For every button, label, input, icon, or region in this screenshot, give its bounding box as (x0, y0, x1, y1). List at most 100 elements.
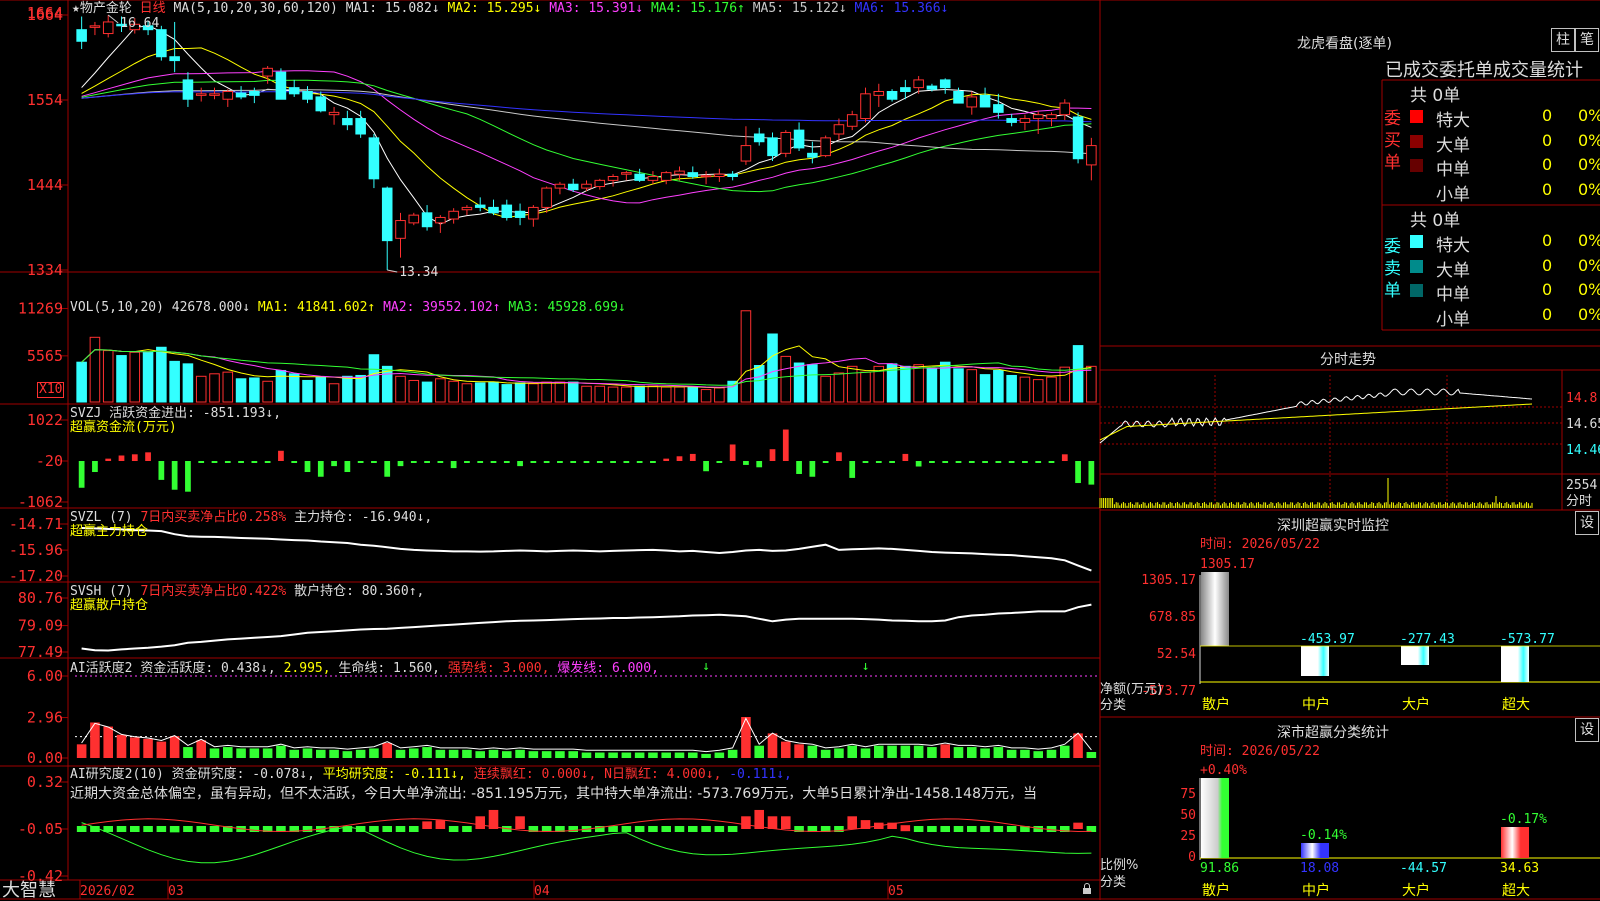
column-view-button[interactable]: 柱 (1551, 28, 1575, 52)
volume-bar (621, 386, 632, 403)
activity-bar (236, 748, 246, 758)
activity-bar (475, 751, 485, 758)
candle (767, 137, 778, 157)
star-icon: ★ (72, 1, 80, 16)
money-flow-bar (822, 461, 829, 463)
money-flow-bar (211, 461, 218, 463)
candle (514, 210, 526, 218)
candle (953, 91, 964, 104)
sell-swatch-1 (1410, 259, 1423, 273)
svzl-hold: 主力持仓: -16.940↓, (294, 510, 433, 525)
money-flow-bar (131, 454, 138, 461)
sz-cat-0: 散户 (1202, 697, 1230, 713)
volume-bar (953, 368, 964, 403)
activity-bar (541, 751, 552, 758)
candle (993, 104, 1004, 113)
research-bar (701, 826, 711, 832)
activity-bar (834, 748, 844, 758)
candle (408, 214, 420, 224)
vol-ma3-line (81, 349, 1092, 386)
research-bar (183, 826, 193, 832)
intraday-price-0: 14.8 (1566, 391, 1598, 406)
cls-time: 时间: 2026/05/22 (1200, 744, 1320, 759)
volume-bar (514, 382, 526, 403)
candle (102, 21, 114, 35)
sell-row-value-3: 0 (1542, 304, 1553, 324)
money-flow-bar (238, 461, 244, 463)
sell-row-pct-2: 0% (1578, 280, 1600, 299)
money-flow-bar (530, 461, 537, 463)
money-flow-bar (344, 461, 351, 473)
volume-bar (1086, 365, 1097, 403)
volume-bar (209, 373, 220, 403)
svzj-header: SVZJ 活跃资金进出: -851.193↓, (70, 406, 281, 421)
activity-bar (116, 734, 127, 758)
buy-row-name-1: 大单 (1436, 135, 1470, 156)
money-flow-bar (331, 461, 337, 467)
low-label: 13.34 (399, 265, 438, 280)
activity-bar (209, 748, 220, 758)
sell-row-value-2: 0 (1542, 280, 1553, 299)
period-label[interactable]: 日线 (140, 1, 166, 16)
activity-bar (754, 745, 764, 758)
candle (474, 204, 486, 208)
money-flow-bar (464, 461, 470, 463)
volume-bar (807, 364, 818, 403)
price-tick-2: 1444 (27, 176, 63, 194)
brand-logo: 大智慧 (2, 880, 56, 901)
activity-bar (409, 748, 419, 758)
activity-bar (143, 738, 153, 758)
buy-row-value-2: 0 (1542, 155, 1553, 174)
candle (674, 170, 685, 175)
money-flow-bar (291, 461, 298, 463)
ai1-b: 2.995, (283, 661, 331, 676)
sell-row-name-0: 特大 (1436, 236, 1470, 256)
activity-bar (76, 744, 87, 758)
research-bar (634, 826, 645, 832)
money-flow-bar (384, 461, 391, 477)
cls-bar-value-2: -44.57 (1400, 861, 1447, 876)
candle (421, 212, 433, 228)
sell-swatch-2 (1410, 284, 1423, 297)
sz-settings-button[interactable]: 设 (1575, 511, 1599, 535)
svsh-tick-2: 77.49 (18, 643, 63, 661)
volume-bar (767, 333, 778, 403)
sell-row-pct-3: 0% (1578, 304, 1600, 324)
volume-bar (501, 384, 513, 403)
volume-bar (740, 310, 752, 403)
volume-bar (913, 364, 924, 403)
volume-bar (142, 351, 154, 403)
candle (1072, 116, 1084, 160)
volume-bar (634, 385, 645, 403)
research-bar (130, 826, 140, 832)
lock-icon[interactable] (1083, 888, 1091, 894)
ai2-comment: 近期大资金总体偏空，虽有异动，但不太活跃，今日大单净流出: -851.195万元… (70, 786, 1037, 802)
volume-bar (89, 336, 101, 403)
cls-settings-button[interactable]: 设 (1575, 718, 1599, 742)
ai1-c: 生命线: 1.560, (338, 661, 441, 676)
money-flow-bar (1022, 461, 1028, 463)
candle (687, 172, 699, 178)
money-flow-bar (650, 461, 656, 463)
volume-bar (554, 381, 566, 403)
money-flow-bar (1088, 461, 1095, 485)
stock-name[interactable]: 物产金轮 (80, 1, 132, 16)
candle (1032, 114, 1044, 120)
candle (501, 204, 513, 218)
vol-unit-badge[interactable]: X10 (37, 382, 65, 398)
tick-view-button[interactable]: 笔 (1575, 28, 1599, 52)
activity-bar (435, 749, 446, 758)
research-bar (156, 826, 167, 832)
volume-bar (368, 354, 380, 403)
activity-bar (555, 751, 565, 758)
vol-tick-0: 11269 (18, 300, 63, 318)
activity-bar (262, 748, 273, 758)
money-flow-bar (278, 450, 284, 461)
research-bar (448, 826, 459, 832)
svzj-tick-2: -1062 (18, 493, 63, 511)
price-top: 1664 (27, 4, 63, 22)
money-flow-bar (118, 455, 125, 461)
volume-bar (860, 371, 871, 403)
ai2-label: AI研究度2(10) (70, 767, 164, 782)
activity-bar (223, 747, 233, 758)
